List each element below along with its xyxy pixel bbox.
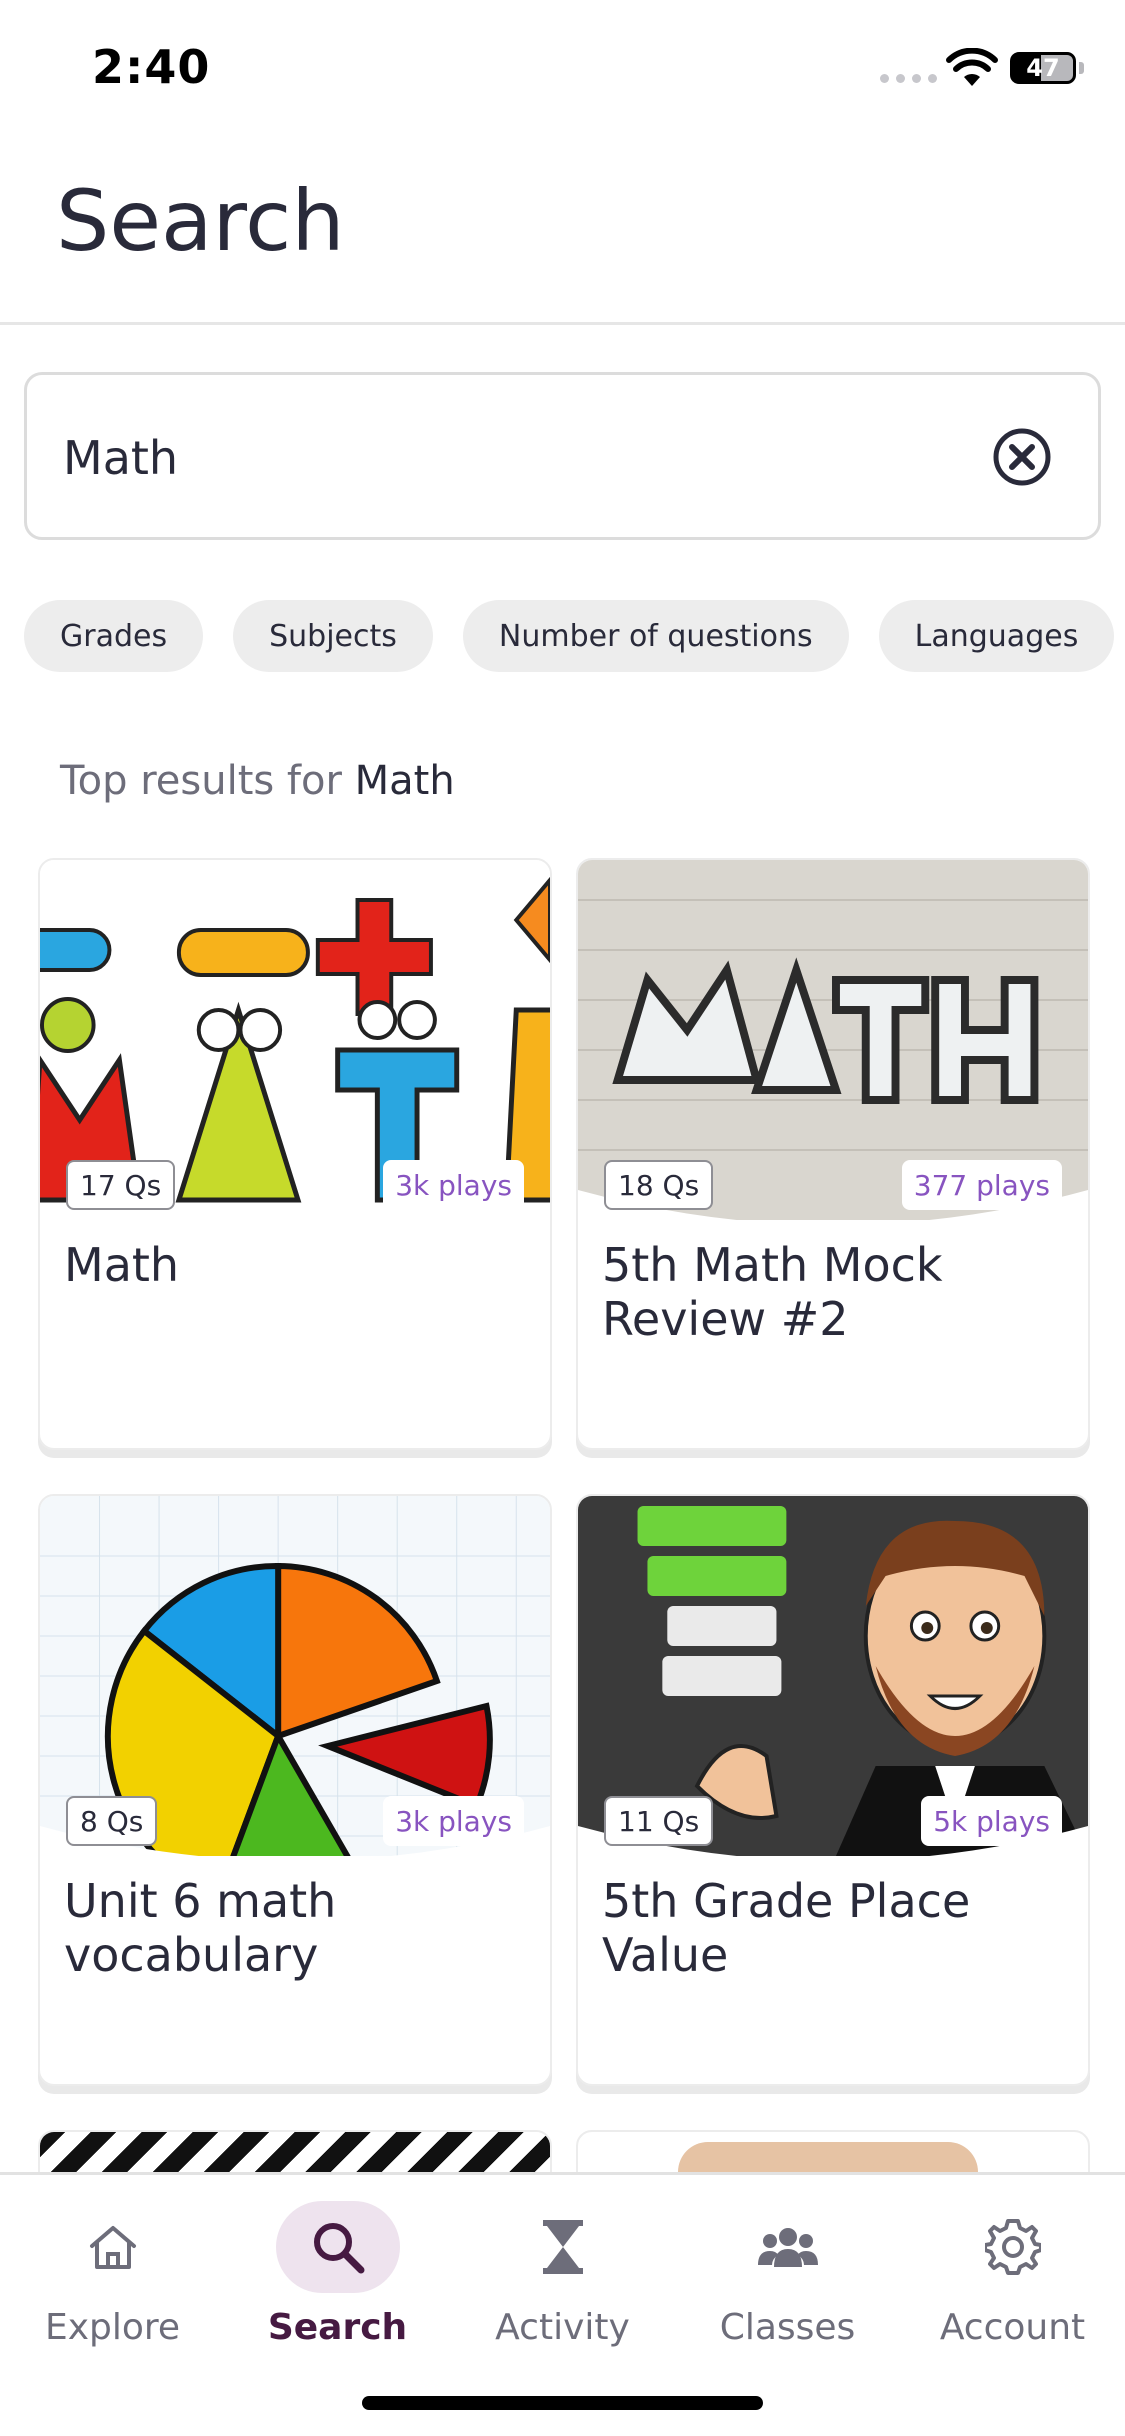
cellular-signal-icon xyxy=(880,74,937,83)
nav-label-explore: Explore xyxy=(44,2307,181,2348)
plays-count-badge: 377 plays xyxy=(901,1160,1062,1210)
nav-icon-container xyxy=(51,2201,175,2293)
header-divider xyxy=(0,322,1125,325)
filter-chip-subjects[interactable]: Subjects xyxy=(233,600,433,672)
battery-level: 47 xyxy=(1026,54,1060,82)
quiz-card[interactable]: 11 Qs 5k plays 5th Grade Place Value xyxy=(576,1494,1090,2086)
quiz-card[interactable]: 8 Qs 3k plays Unit 6 math vocabulary xyxy=(38,1494,552,2086)
question-count-badge: 18 Qs xyxy=(604,1160,714,1210)
card-title: Math xyxy=(64,1238,180,1292)
wifi-icon xyxy=(946,48,998,86)
nav-item-account[interactable]: Account xyxy=(900,2191,1125,2391)
battery-icon: 47 xyxy=(1010,52,1076,84)
home-indicator[interactable] xyxy=(362,2396,763,2410)
plays-count-badge: 3k plays xyxy=(383,1796,524,1846)
nav-label-classes: Classes xyxy=(719,2307,856,2348)
nav-icon-container xyxy=(275,2201,400,2293)
search-input[interactable] xyxy=(63,423,963,493)
nav-icon-container xyxy=(501,2201,625,2293)
search-icon xyxy=(313,2223,364,2274)
status-bar: 2:40 47 xyxy=(0,0,1125,140)
nav-label-search: Search xyxy=(267,2307,408,2348)
nav-item-explore[interactable]: Explore xyxy=(0,2191,225,2391)
results-heading-query: Math xyxy=(354,758,455,804)
filter-chip-number-of-questions[interactable]: Number of questions xyxy=(462,600,849,672)
hourglass-icon xyxy=(542,2220,583,2274)
nav-item-activity[interactable]: Activity xyxy=(450,2191,675,2391)
home-icon xyxy=(89,2226,136,2269)
plays-count-badge: 5k plays xyxy=(921,1796,1062,1846)
question-count-badge: 8 Qs xyxy=(66,1796,158,1846)
nav-icon-container xyxy=(726,2201,850,2293)
nav-item-search[interactable]: Search xyxy=(225,2191,450,2391)
status-time: 2:40 xyxy=(92,40,211,94)
nav-label-account: Account xyxy=(939,2307,1086,2348)
card-title: Unit 6 math vocabulary xyxy=(64,1874,337,1982)
nav-item-classes[interactable]: Classes xyxy=(675,2191,900,2391)
question-count-badge: 11 Qs xyxy=(604,1796,714,1846)
plays-count-badge: 3k plays xyxy=(383,1160,524,1210)
card-title: 5th Grade Place Value xyxy=(602,1874,971,1982)
question-count-badge: 17 Qs xyxy=(66,1160,176,1210)
nav-icon-container xyxy=(951,2201,1075,2293)
search-box[interactable] xyxy=(24,372,1101,540)
gear-icon xyxy=(984,2219,1041,2275)
clear-search-icon[interactable] xyxy=(990,425,1054,489)
results-heading: Top results for Math xyxy=(60,758,455,804)
page-title: Search xyxy=(56,172,345,270)
people-icon xyxy=(757,2228,818,2267)
nav-label-activity: Activity xyxy=(495,2307,630,2348)
battery-tip xyxy=(1079,62,1084,74)
filter-chip-grades[interactable]: Grades xyxy=(24,600,204,672)
filter-chip-languages[interactable]: Languages xyxy=(878,600,1115,672)
filter-chips: Grades Subjects Number of questions Lang… xyxy=(24,600,1115,672)
quiz-card[interactable]: 18 Qs 377 plays 5th Math Mock Review #2 xyxy=(576,858,1090,1450)
results-heading-prefix: Top results for xyxy=(60,758,342,804)
quiz-card[interactable]: 17 Qs 3k plays Math xyxy=(38,858,552,1450)
card-title: 5th Math Mock Review #2 xyxy=(602,1238,943,1346)
